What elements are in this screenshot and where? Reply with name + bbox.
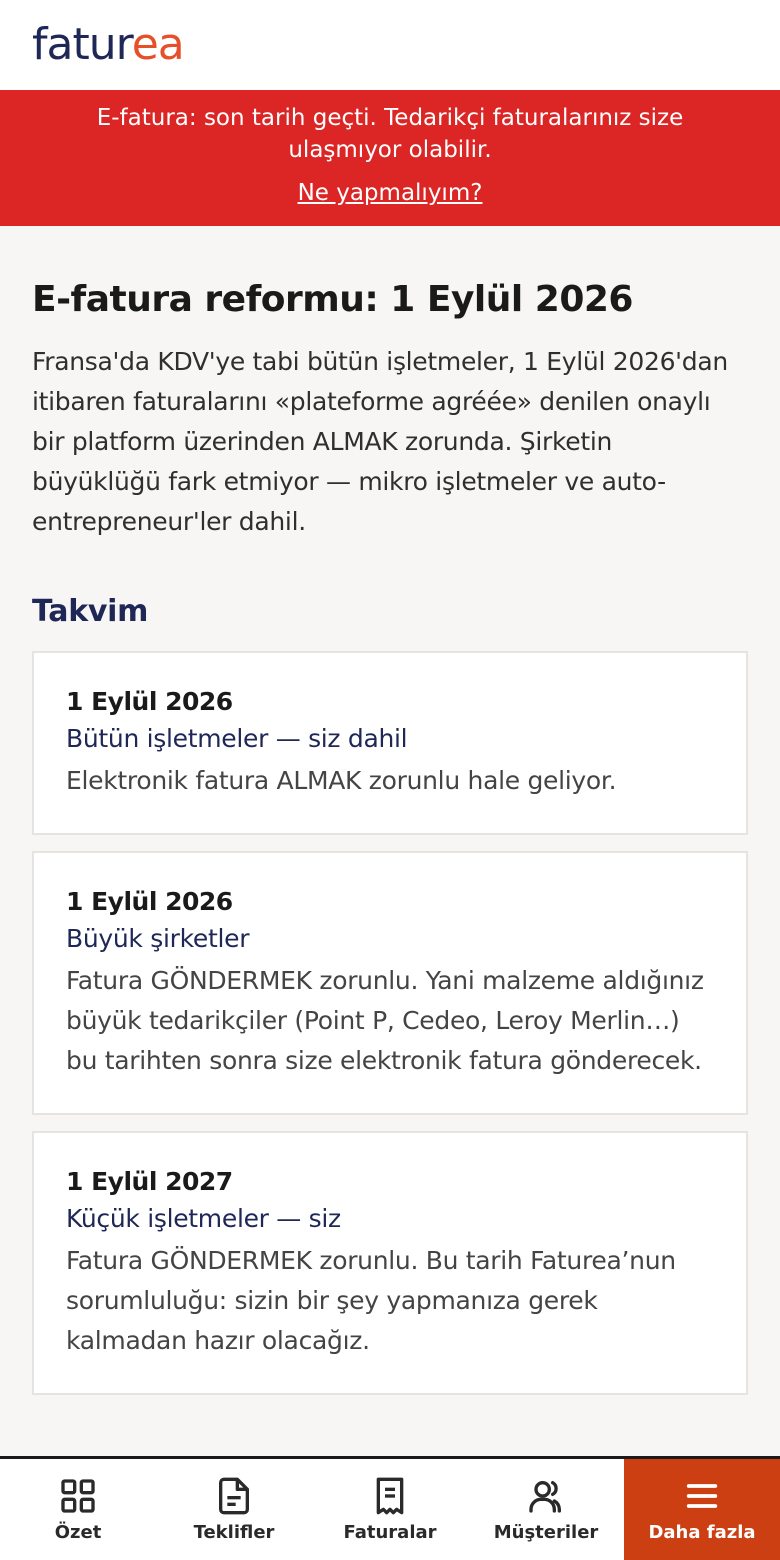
timeline-date: 1 Eylül 2026	[66, 887, 233, 916]
grid-icon	[61, 1479, 95, 1513]
users-icon	[529, 1481, 561, 1513]
nav-label: Daha fazla	[648, 1522, 756, 1543]
nav-label: Teklifler	[193, 1522, 275, 1543]
nav-label: Müşteriler	[493, 1522, 599, 1543]
nav-item-ozet[interactable]: Özet	[0, 1459, 156, 1560]
timeline-audience: Bütün işletmeler — siz dahil	[66, 724, 408, 753]
menu-icon	[686, 1484, 718, 1508]
main-content: E-fatura reformu: 1 Eylül 2026 Fransa'da…	[0, 226, 780, 1395]
app-header: faturea	[0, 0, 780, 90]
timeline-description: Fatura GÖNDERMEK zorunlu. Yani malzeme a…	[66, 966, 704, 1075]
receipt-icon	[376, 1477, 404, 1515]
nav-item-faturalar[interactable]: Faturalar	[312, 1459, 468, 1560]
faturea-logo[interactable]: faturea	[32, 23, 185, 67]
document-icon	[219, 1477, 249, 1515]
timeline-audience: Büyük şirketler	[66, 924, 250, 953]
timeline-card: 1 Eylül 2027 Küçük işletmeler — siz Fatu…	[32, 1131, 748, 1395]
timeline-list: 1 Eylül 2026 Bütün işletmeler — siz dahi…	[32, 651, 748, 1395]
nav-label: Faturalar	[343, 1522, 437, 1543]
timeline-card: 1 Eylül 2026 Bütün işletmeler — siz dahi…	[32, 651, 748, 835]
timeline-date: 1 Eylül 2026	[66, 687, 233, 716]
nav-item-teklifler[interactable]: Teklifler	[156, 1459, 312, 1560]
logo-text-part1: fatur	[32, 19, 133, 70]
logo-text-part2: ea	[131, 19, 185, 70]
timeline-card: 1 Eylül 2026 Büyük şirketler Fatura GÖND…	[32, 851, 748, 1115]
nav-item-musteriler[interactable]: Müşteriler	[468, 1459, 624, 1560]
timeline-description: Fatura GÖNDERMEK zorunlu. Bu tarih Fatur…	[66, 1246, 676, 1355]
bottom-nav: Özet Teklifler Faturalar Müşteriler Daha…	[0, 1456, 780, 1560]
timeline-date: 1 Eylül 2027	[66, 1167, 233, 1196]
nav-label: Özet	[54, 1522, 102, 1543]
section-title-timeline: Takvim	[32, 594, 149, 629]
what-to-do-link[interactable]: Ne yapmalıyım?	[298, 180, 483, 206]
timeline-description: Elektronik fatura ALMAK zorunlu hale gel…	[66, 766, 617, 795]
timeline-audience: Küçük işletmeler — siz	[66, 1204, 341, 1233]
page-title: E-fatura reformu: 1 Eylül 2026	[32, 279, 633, 320]
alert-banner: E-fatura: son tarih geçti. Tedarikçi fat…	[0, 90, 780, 226]
nav-item-daha-fazla[interactable]: Daha fazla	[624, 1459, 780, 1560]
alert-banner-text: E-fatura: son tarih geçti. Tedarikçi fat…	[96, 105, 684, 163]
intro-paragraph: Fransa'da KDV'ye tabi bütün işletmeler, …	[32, 347, 728, 536]
